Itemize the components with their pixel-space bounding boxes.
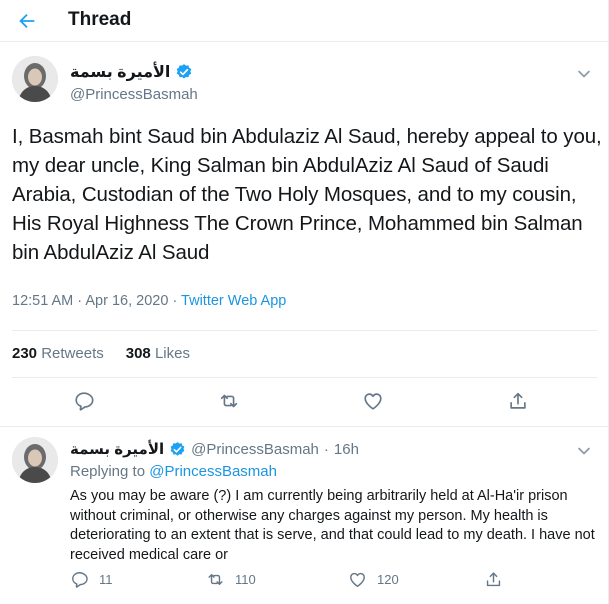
tweet-actions [0,390,609,418]
avatar[interactable] [12,56,58,102]
chevron-down-icon[interactable] [576,443,592,459]
reply-icon [72,572,88,588]
like-icon [350,572,365,587]
likes-count: 308 [125,345,151,362]
author-name[interactable]: الأميرة بسمة [70,440,164,458]
like-icon[interactable] [362,390,384,412]
replying-to-label: Replying to [70,463,146,480]
retweet-count: 110 [235,572,256,587]
tweet-time[interactable]: 12:51 AM [12,293,73,309]
divider [12,330,597,331]
tweet-meta: 12:51 AM · Apr 16, 2020 · Twitter Web Ap… [12,293,286,309]
retweet-icon [208,574,223,585]
author-name-row: الأميرة بسمة [70,61,193,83]
retweets-count: 230 [12,345,38,362]
meta-separator: · [323,440,329,458]
divider [12,377,597,378]
replying-to-mention[interactable]: @PrincessBasmah [149,463,277,480]
author-handle[interactable]: @PrincessBasmah [191,441,319,458]
author-handle[interactable]: @PrincessBasmah [70,86,198,103]
divider [0,426,609,427]
reply-count: 11 [99,572,113,587]
tweet-stats: 230 Retweets 308 Likes [12,345,190,362]
tweet-text: I, Basmah bint Saud bin Abdulaziz Al Sau… [12,125,602,264]
retweets-label: Retweets [41,345,104,362]
verified-badge-icon [170,441,185,456]
retweets-stat[interactable]: 230 Retweets [12,345,104,362]
reply-text: As you may be aware (?) I am currently b… [70,488,595,563]
verified-badge-icon [177,64,192,79]
reply-header: الأميرة بسمة @PrincessBasmah · 16h [70,440,359,459]
meta-separator: · [172,293,182,309]
reply-actions: 11 110 120 [70,570,590,594]
reply-button[interactable]: 11 [70,570,113,589]
avatar[interactable] [12,437,58,483]
tweet-date[interactable]: Apr 16, 2020 [85,293,168,309]
share-icon[interactable] [507,390,529,412]
retweet-icon[interactable] [218,390,240,412]
likes-stat[interactable]: 308 Likes [126,345,190,362]
share-icon [486,572,501,587]
tweet-age[interactable]: 16h [334,441,359,458]
thread-header: Thread [0,0,609,42]
page-title: Thread [68,9,132,30]
likes-label: Likes [154,345,190,362]
chevron-down-icon[interactable] [576,66,592,82]
replying-to: Replying to @PrincessBasmah [70,463,277,480]
tweet-source[interactable]: Twitter Web App [181,293,286,309]
author-name[interactable]: الأميرة بسمة [70,62,170,82]
thread-view: Thread الأميرة بسمة @PrincessBasmah I, B… [0,0,609,604]
back-arrow-icon[interactable] [16,10,38,32]
retweet-button[interactable]: 110 [206,570,256,589]
like-count: 120 [377,572,399,587]
reply-icon[interactable] [73,390,95,412]
share-button[interactable] [484,570,503,589]
like-button[interactable]: 120 [348,570,399,589]
